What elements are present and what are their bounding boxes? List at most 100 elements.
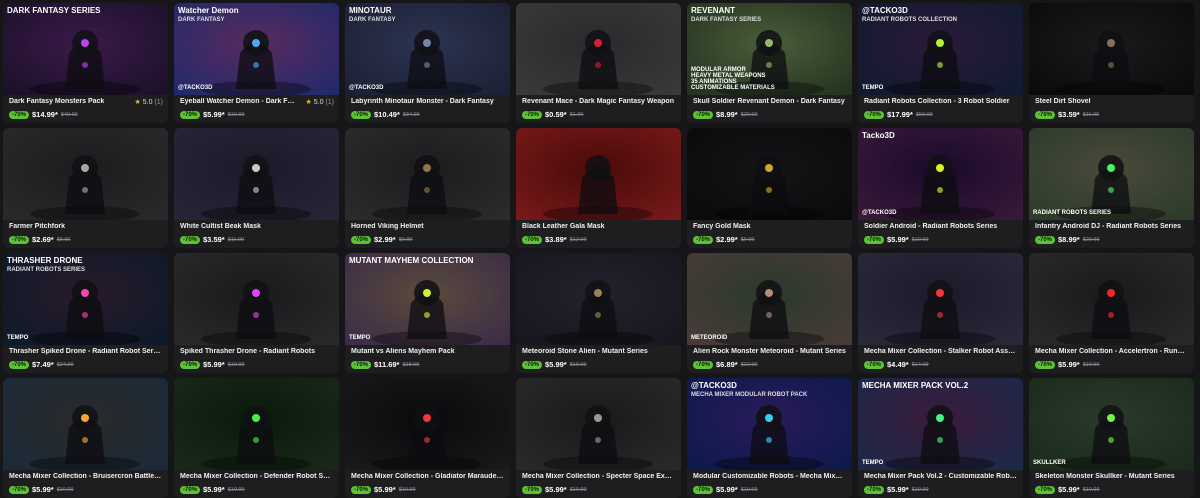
product-card[interactable]: THRASHER DRONE RADIANT ROBOTS SERIES TEMPO… xyxy=(3,253,168,373)
product-title[interactable]: Black Leather Gala Mask xyxy=(522,223,675,230)
product-thumbnail[interactable] xyxy=(345,378,510,470)
product-title[interactable]: Mecha Mixer Collection - Gladiator Marau… xyxy=(351,473,504,480)
product-card[interactable]: Farmer Pitchfork -70% $2.69* $8.99 xyxy=(3,128,168,248)
product-card[interactable]: Black Leather Gala Mask -70% $3.89* $12.99 xyxy=(516,128,681,248)
product-title[interactable]: Radiant Robots Collection - 3 Robot Sold… xyxy=(864,98,1017,105)
product-thumbnail[interactable] xyxy=(174,128,339,220)
product-card[interactable]: Mecha Mixer Collection - Accelertron - R… xyxy=(1029,253,1194,373)
discount-badge: -70% xyxy=(180,235,201,244)
product-title[interactable]: Revenant Mace - Dark Magic Fantasy Weapo… xyxy=(522,98,675,105)
product-card[interactable]: Mecha Mixer Collection - Defender Robot … xyxy=(174,378,339,498)
product-card[interactable]: REVENANT DARK FANTASY SERIES MODULAR ARMOR… xyxy=(687,3,852,123)
product-card[interactable]: Mecha Mixer Collection - Specter Space E… xyxy=(516,378,681,498)
product-title[interactable]: Mecha Mixer Collection - Accelertron - R… xyxy=(1035,348,1188,355)
product-title[interactable]: Alien Rock Monster Meteoroid - Mutant Se… xyxy=(693,348,846,355)
product-card[interactable]: Mecha Mixer Collection - Bruisercron Bat… xyxy=(3,378,168,498)
price-row: -70% $5.99* $19.99 xyxy=(351,485,416,494)
product-thumbnail[interactable]: DARK FANTASY SERIES xyxy=(3,3,168,95)
product-thumbnail[interactable]: RADIANT ROBOTS SERIES xyxy=(1029,128,1194,220)
product-card[interactable]: Tacko3D @TACKO3D Soldier Android - Radiant… xyxy=(858,128,1023,248)
product-card[interactable]: Horned Viking Helmet -70% $2.99* $9.99 xyxy=(345,128,510,248)
thumbnail-overlay-text: DARK FANTASY SERIES xyxy=(7,6,101,15)
thumbnail-overlay-caption: @TACKO3D xyxy=(862,210,897,216)
sale-price: $5.99* xyxy=(1058,360,1080,369)
product-thumbnail[interactable]: METEOROID xyxy=(687,253,852,345)
product-title[interactable]: Infantry Android DJ - Radiant Robots Ser… xyxy=(1035,223,1188,230)
product-thumbnail[interactable] xyxy=(516,378,681,470)
product-thumbnail[interactable]: Tacko3D @TACKO3D xyxy=(858,128,1023,220)
product-thumbnail[interactable] xyxy=(516,3,681,95)
product-thumbnail[interactable] xyxy=(174,378,339,470)
product-title[interactable]: Skeleton Monster Skullker - Mutant Serie… xyxy=(1035,473,1188,480)
product-card[interactable]: @TACKO3D MECHA MIXER MODULAR ROBOT PACK Mo… xyxy=(687,378,852,498)
thumbnail-overlay-text: MECHA MIXER PACK VOL.2 xyxy=(862,381,969,390)
product-thumbnail[interactable] xyxy=(1029,3,1194,95)
original-price: $19.99 xyxy=(569,486,587,493)
star-icon: ★ xyxy=(134,99,141,106)
product-card[interactable]: Watcher Demon DARK FANTASY @TACKO3D Eyeball… xyxy=(174,3,339,123)
thumbnail-overlay-subtext: RADIANT ROBOTS SERIES xyxy=(7,267,86,273)
product-title[interactable]: Farmer Pitchfork xyxy=(9,223,162,230)
product-card[interactable]: Mecha Mixer Collection - Gladiator Marau… xyxy=(345,378,510,498)
product-thumbnail[interactable] xyxy=(3,128,168,220)
product-thumbnail[interactable]: MECHA MIXER PACK VOL.2 TEMPO xyxy=(858,378,1023,470)
product-card[interactable]: Mecha Mixer Collection - Stalker Robot A… xyxy=(858,253,1023,373)
product-title[interactable]: Modular Customizable Robots - Mecha Mixe… xyxy=(693,473,846,480)
product-thumbnail[interactable]: MUTANT MAYHEM COLLECTION TEMPO xyxy=(345,253,510,345)
product-thumbnail[interactable]: Watcher Demon DARK FANTASY @TACKO3D xyxy=(174,3,339,95)
product-thumbnail[interactable]: @TACKO3D MECHA MIXER MODULAR ROBOT PACK xyxy=(687,378,852,470)
product-thumbnail[interactable]: REVENANT DARK FANTASY SERIES MODULAR ARMOR… xyxy=(687,3,852,95)
product-thumbnail[interactable] xyxy=(858,253,1023,345)
sale-price: $5.99* xyxy=(887,485,909,494)
product-card[interactable]: Fancy Gold Mask -70% $2.99* $9.99 xyxy=(687,128,852,248)
product-thumbnail[interactable]: MINOTAUR DARK FANTASY @TACKO3D xyxy=(345,3,510,95)
sale-price: $4.49* xyxy=(887,360,909,369)
product-card[interactable]: Steel Dirt Shovel -70% $3.59* $11.99 xyxy=(1029,3,1194,123)
product-title[interactable]: Mecha Mixer Collection - Stalker Robot A… xyxy=(864,348,1017,355)
product-thumbnail[interactable] xyxy=(3,378,168,470)
product-card[interactable]: White Cultist Beak Mask -70% $3.59* $11.99 xyxy=(174,128,339,248)
product-thumbnail[interactable] xyxy=(516,253,681,345)
product-title[interactable]: Dark Fantasy Monsters Pack xyxy=(9,98,127,105)
product-title[interactable]: Mutant vs Aliens Mayhem Pack xyxy=(351,348,504,355)
product-card[interactable]: @TACKO3D RADIANT ROBOTS COLLECTION TEMPO Ra… xyxy=(858,3,1023,123)
product-card[interactable]: DARK FANTASY SERIES Dark Fantasy Monsters… xyxy=(3,3,168,123)
product-title[interactable]: Fancy Gold Mask xyxy=(693,223,846,230)
product-thumbnail[interactable]: @TACKO3D RADIANT ROBOTS COLLECTION TEMPO xyxy=(858,3,1023,95)
product-card[interactable]: METEOROID Alien Rock Monster Meteoroid - … xyxy=(687,253,852,373)
product-thumbnail[interactable]: THRASHER DRONE RADIANT ROBOTS SERIES TEMPO xyxy=(3,253,168,345)
product-title[interactable]: Skull Soldier Revenant Demon - Dark Fant… xyxy=(693,98,846,105)
original-price: $9.99 xyxy=(398,236,413,243)
product-title[interactable]: Spiked Thrasher Drone - Radiant Robots xyxy=(180,348,333,355)
product-title[interactable]: Meteoroid Stone Alien - Mutant Series xyxy=(522,348,675,355)
thumbnail-overlay-caption: SKULLKER xyxy=(1033,460,1066,466)
product-card[interactable]: MINOTAUR DARK FANTASY @TACKO3D Labyrinth Mi… xyxy=(345,3,510,123)
product-thumbnail[interactable] xyxy=(174,253,339,345)
product-card[interactable]: Spiked Thrasher Drone - Radiant Robots -7… xyxy=(174,253,339,373)
product-thumbnail[interactable] xyxy=(345,128,510,220)
product-thumbnail[interactable] xyxy=(687,128,852,220)
thumbnail-overlay-text: @TACKO3D xyxy=(691,381,737,390)
product-card[interactable]: SKULLKER Skeleton Monster Skullker - Muta… xyxy=(1029,378,1194,498)
product-title[interactable]: White Cultist Beak Mask xyxy=(180,223,333,230)
product-title[interactable]: Labyrinth Minotaur Monster - Dark Fantas… xyxy=(351,98,504,105)
product-title[interactable]: Mecha Mixer Pack Vol.2 - Customizable Ro… xyxy=(864,473,1017,480)
product-title[interactable]: Mecha Mixer Collection - Defender Robot … xyxy=(180,473,333,480)
product-title[interactable]: Steel Dirt Shovel xyxy=(1035,98,1188,105)
product-title[interactable]: Thrasher Spiked Drone - Radiant Robot Se… xyxy=(9,348,162,355)
product-thumbnail[interactable]: SKULLKER xyxy=(1029,378,1194,470)
product-thumbnail[interactable] xyxy=(516,128,681,220)
product-title[interactable]: Mecha Mixer Collection - Specter Space E… xyxy=(522,473,675,480)
discount-badge: -70% xyxy=(180,360,201,369)
product-thumbnail[interactable] xyxy=(1029,253,1194,345)
product-card[interactable]: MUTANT MAYHEM COLLECTION TEMPO Mutant vs A… xyxy=(345,253,510,373)
product-title[interactable]: Horned Viking Helmet xyxy=(351,223,504,230)
product-title[interactable]: Mecha Mixer Collection - Bruisercron Bat… xyxy=(9,473,162,480)
product-title[interactable]: Eyeball Watcher Demon - Dark Fantasy Ser… xyxy=(180,98,298,105)
product-card[interactable]: Meteoroid Stone Alien - Mutant Series -70… xyxy=(516,253,681,373)
product-card[interactable]: MECHA MIXER PACK VOL.2 TEMPO Mecha Mixer P… xyxy=(858,378,1023,498)
product-card[interactable]: Revenant Mace - Dark Magic Fantasy Weapo… xyxy=(516,3,681,123)
price-row: -70% $14.99* $49.99 xyxy=(9,110,78,119)
product-card[interactable]: RADIANT ROBOTS SERIES Infantry Android DJ… xyxy=(1029,128,1194,248)
product-title[interactable]: Soldier Android - Radiant Robots Series xyxy=(864,223,1017,230)
